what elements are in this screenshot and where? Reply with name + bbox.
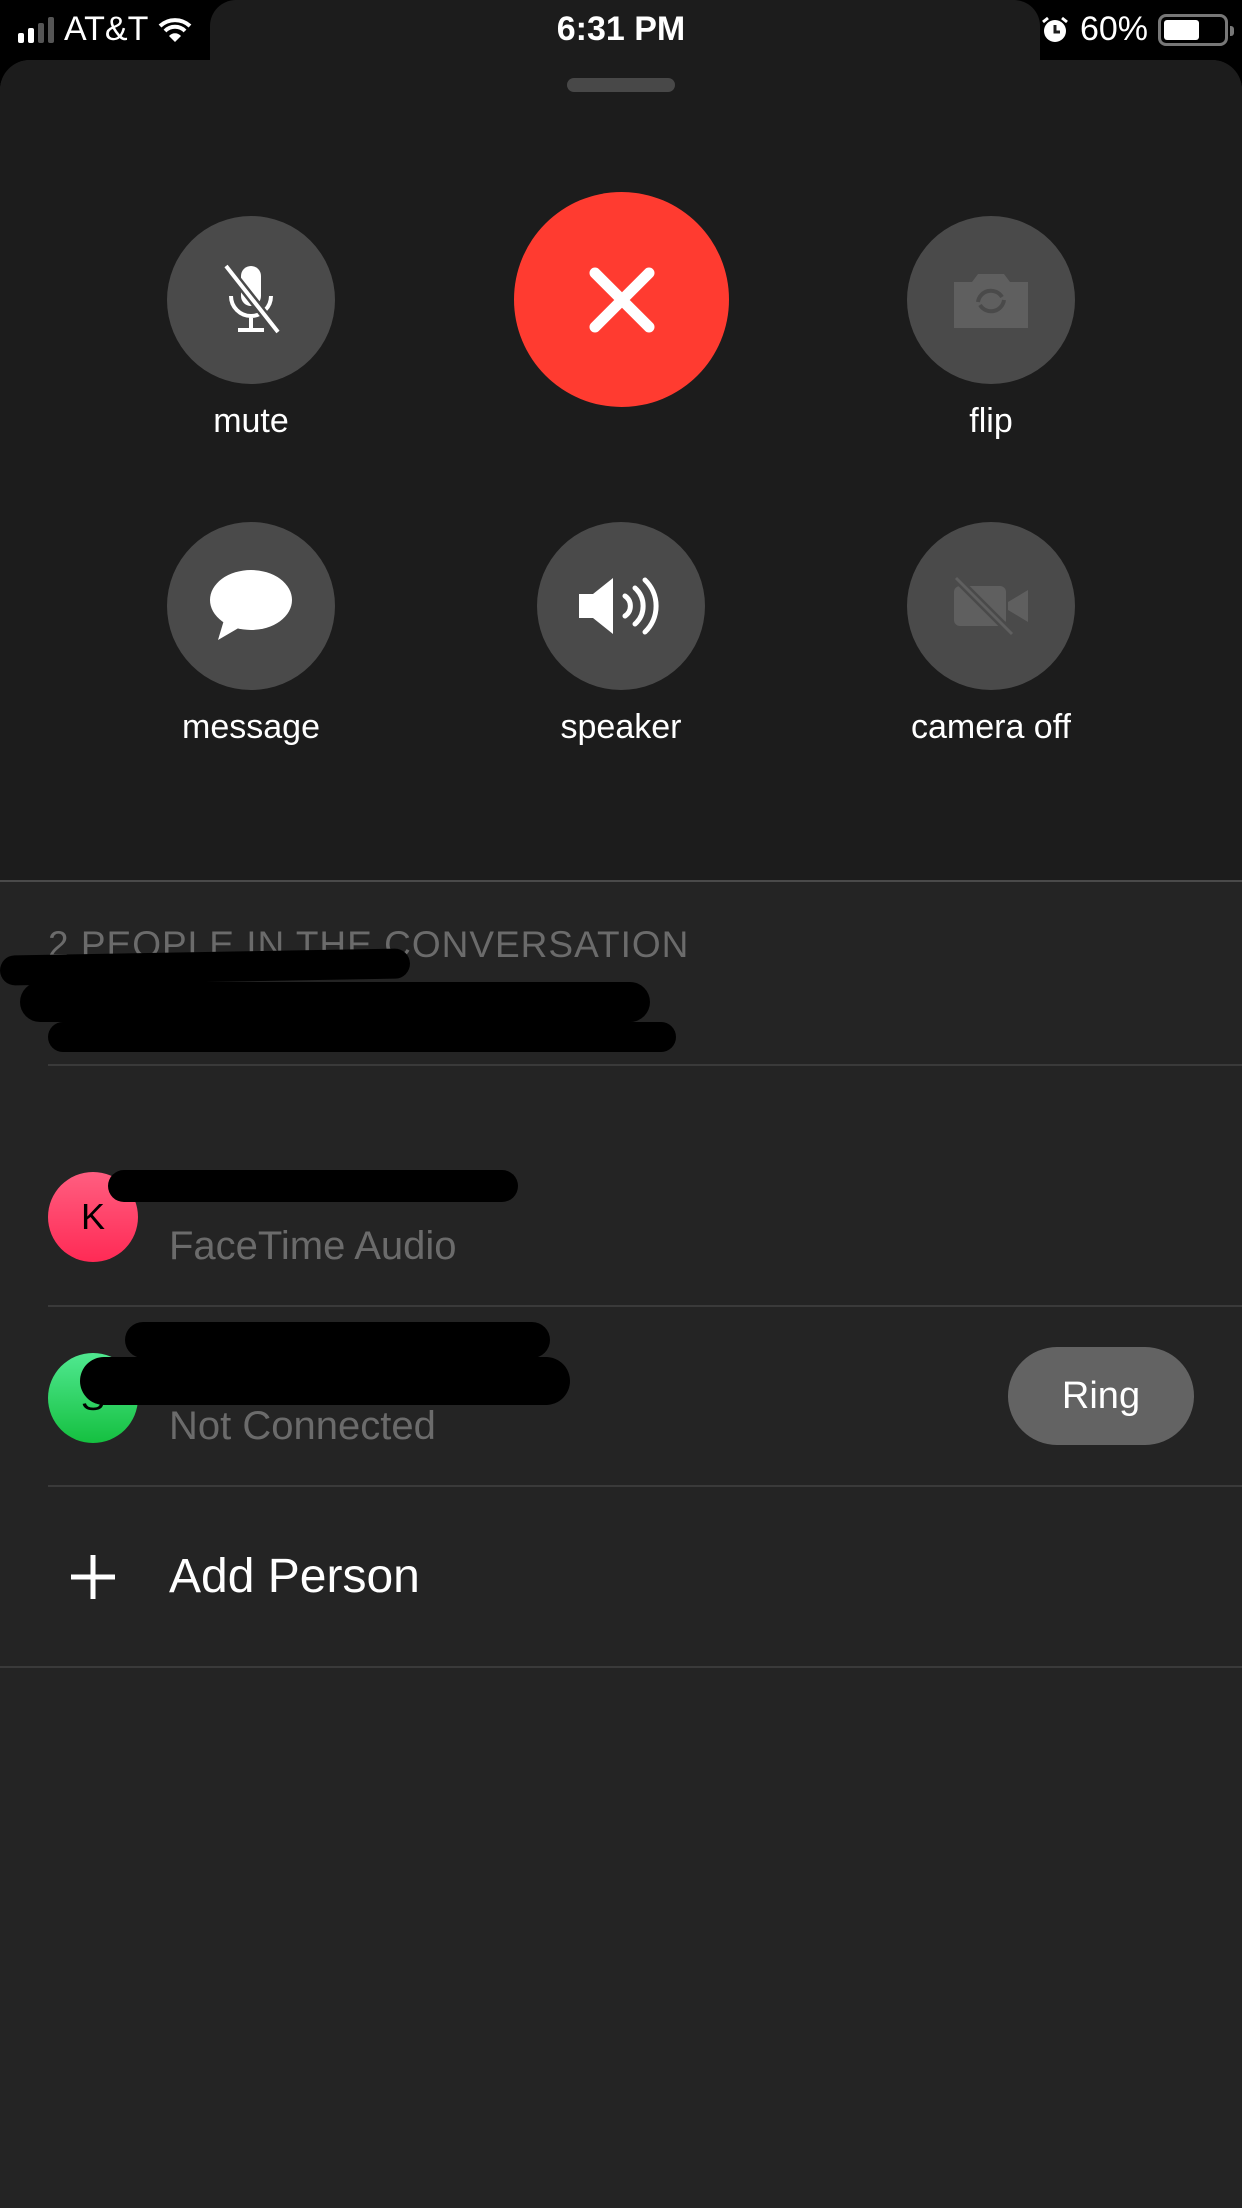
speaker-button[interactable]: speaker xyxy=(491,522,751,747)
plus-icon xyxy=(71,1555,115,1599)
status-bar: AT&T 6:31 PM 60% xyxy=(0,0,1242,62)
redaction-scribble xyxy=(108,1170,518,1202)
close-icon xyxy=(589,267,654,332)
controls-panel: mute flip message speaker camera off xyxy=(0,60,1242,882)
mute-button[interactable]: mute xyxy=(121,216,381,441)
redaction-scribble xyxy=(48,1022,676,1052)
call-controls-sheet: mute flip message speaker camera off 2 P… xyxy=(0,60,1242,2208)
speaker-icon xyxy=(579,577,659,635)
camera-off-label: camera off xyxy=(910,708,1071,746)
flip-label: flip xyxy=(969,402,1013,440)
message-label: message xyxy=(182,708,320,746)
flip-button[interactable]: flip xyxy=(861,216,1121,441)
battery-percent: 60% xyxy=(1079,10,1148,48)
redaction-scribble xyxy=(20,982,650,1022)
message-bubble-icon xyxy=(210,570,292,640)
add-person-button[interactable]: Add Person xyxy=(0,1487,1242,1667)
redaction-scribble xyxy=(80,1357,570,1405)
alarm-icon xyxy=(1042,16,1068,42)
camera-flip-icon xyxy=(954,274,1028,328)
mic-slash-icon xyxy=(222,263,282,335)
participant-status: FaceTime Audio xyxy=(169,1224,457,1268)
ring-button[interactable]: Ring xyxy=(1008,1347,1194,1445)
add-person-label: Add Person xyxy=(169,1550,420,1603)
mute-label: mute xyxy=(213,402,289,440)
message-button[interactable]: message xyxy=(121,522,381,747)
participant-status: Not Connected xyxy=(169,1404,436,1448)
divider xyxy=(0,1666,1242,1668)
video-slash-icon xyxy=(953,575,1028,637)
end-call-button[interactable] xyxy=(514,192,729,407)
redaction-scribble xyxy=(125,1322,550,1358)
battery-icon xyxy=(1158,13,1234,46)
speaker-label: speaker xyxy=(560,708,682,746)
redaction-scribble xyxy=(0,948,411,986)
camera-off-button[interactable]: camera off xyxy=(861,522,1121,747)
sheet-grabber[interactable] xyxy=(567,78,675,92)
